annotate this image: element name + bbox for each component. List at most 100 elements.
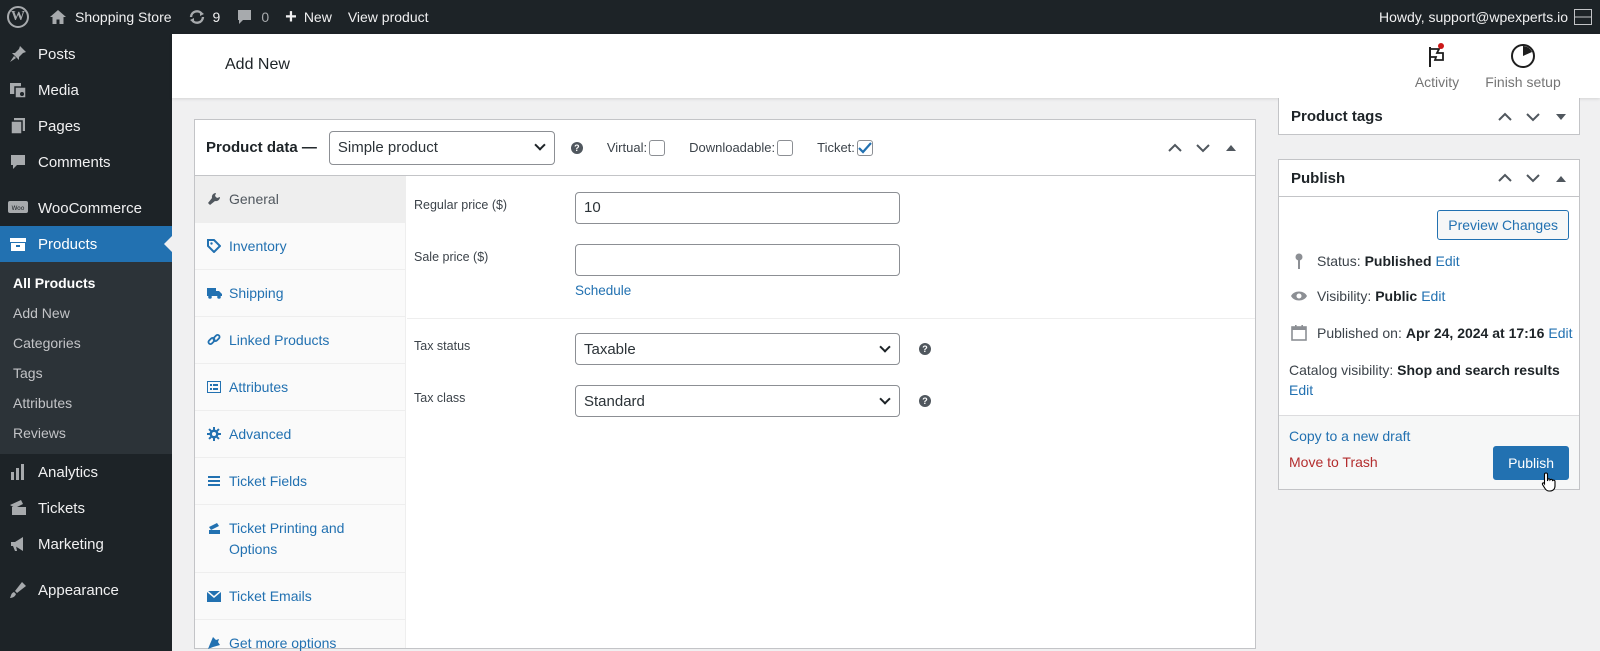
submenu-tags[interactable]: Tags — [0, 358, 172, 388]
menu-label: Pages — [38, 117, 81, 135]
tab-shipping[interactable]: Shipping — [195, 270, 405, 317]
product-type-select[interactable]: Simple product — [328, 130, 555, 165]
admin-bar: W Shopping Store 9 0 + New View product … — [0, 0, 1600, 34]
submenu-attributes[interactable]: Attributes — [0, 388, 172, 418]
new-label: New — [303, 9, 332, 25]
schedule-link[interactable]: Schedule — [575, 283, 631, 298]
wordpress-logo-menu[interactable]: W — [0, 0, 41, 34]
publish-header[interactable]: Publish — [1279, 160, 1579, 197]
submenu-all-products[interactable]: All Products — [0, 268, 172, 298]
flag-icon — [1429, 43, 1444, 67]
updates-icon — [189, 10, 204, 24]
downloadable-label: Downloadable: — [689, 140, 776, 155]
visibility-value: Public — [1375, 288, 1418, 304]
menu-products[interactable]: Products — [0, 226, 172, 262]
tab-linked-products[interactable]: Linked Products — [195, 317, 405, 364]
catalog-visibility-value: Shop and search results — [1397, 362, 1560, 378]
tab-inventory[interactable]: Inventory — [195, 223, 405, 270]
collapse-toggle-icon[interactable] — [1547, 103, 1575, 131]
move-down-icon[interactable] — [1519, 164, 1547, 192]
comments-count: 0 — [261, 9, 270, 25]
menu-media[interactable]: Media — [0, 72, 172, 108]
account-menu[interactable]: Howdy, support@wpexperts.io — [1379, 9, 1600, 25]
activity-button[interactable]: Activity — [1392, 42, 1482, 90]
tab-ticket-emails[interactable]: Ticket Emails — [195, 573, 405, 620]
site-name-link[interactable]: Shopping Store — [41, 0, 180, 34]
calendar-icon — [1289, 324, 1309, 341]
product-data-header: Product data — Simple product ? Virtual:… — [195, 120, 1255, 176]
catalog-visibility-row: Catalog visibility: Shop and search resu… — [1289, 360, 1571, 400]
edit-visibility-link[interactable]: Edit — [1421, 288, 1445, 304]
product-tags-header[interactable]: Product tags — [1279, 98, 1579, 135]
plus-icon: + — [285, 6, 297, 28]
edit-status-link[interactable]: Edit — [1436, 253, 1460, 269]
site-name: Shopping Store — [75, 9, 172, 25]
tab-get-more-options[interactable]: Get more options — [195, 620, 405, 651]
comments-link[interactable]: 0 — [228, 0, 277, 34]
menu-appearance[interactable]: Appearance — [0, 572, 172, 608]
activity-label: Activity — [1414, 74, 1460, 90]
downloadable-checkbox[interactable] — [777, 139, 794, 156]
tab-attributes[interactable]: Attributes — [195, 364, 405, 411]
virtual-checkbox[interactable] — [649, 139, 666, 156]
collapse-toggle-icon[interactable] — [1217, 134, 1245, 162]
submenu-reviews[interactable]: Reviews — [0, 418, 172, 448]
woocommerce-icon: Woo — [8, 198, 28, 218]
move-up-icon[interactable] — [1491, 103, 1519, 131]
help-icon[interactable]: ? — [570, 141, 583, 154]
tax-status-label: Tax status — [414, 339, 471, 353]
tax-status-select[interactable]: Taxable — [575, 333, 900, 365]
submenu-categories[interactable]: Categories — [0, 328, 172, 358]
menu-comments[interactable]: Comments — [0, 144, 172, 180]
menu-marketing[interactable]: Marketing — [0, 526, 172, 562]
product-tags-title: Product tags — [1291, 108, 1383, 125]
new-content-link[interactable]: + New — [277, 0, 340, 34]
appearance-icon — [8, 580, 28, 600]
gear-icon — [206, 424, 222, 444]
publish-button[interactable]: Publish — [1493, 446, 1569, 480]
move-up-icon[interactable] — [1491, 164, 1519, 192]
submenu-add-new[interactable]: Add New — [0, 298, 172, 328]
help-icon[interactable]: ? — [919, 395, 931, 407]
menu-woocommerce[interactable]: Woo WooCommerce — [0, 190, 172, 226]
wordpress-logo-icon: W — [7, 6, 29, 28]
printer-icon — [206, 518, 222, 538]
tab-general[interactable]: General — [195, 176, 405, 223]
tax-status-value: Taxable — [584, 340, 636, 358]
tab-advanced[interactable]: Advanced — [195, 411, 405, 458]
product-data-box: Product data — Simple product ? Virtual:… — [194, 119, 1256, 651]
sale-price-input[interactable] — [575, 244, 900, 276]
media-icon — [8, 80, 28, 100]
tab-ticket-printing[interactable]: Ticket Printing and Options — [195, 505, 405, 573]
edit-date-link[interactable]: Edit — [1548, 325, 1572, 341]
preview-changes-button[interactable]: Preview Changes — [1437, 210, 1569, 240]
published-on-label: Published on: — [1317, 324, 1402, 341]
help-icon[interactable]: ? — [919, 343, 931, 355]
wrench-icon — [206, 189, 222, 209]
move-down-icon[interactable] — [1519, 103, 1547, 131]
menu-tickets[interactable]: Tickets — [0, 490, 172, 526]
view-product-link[interactable]: View product — [340, 0, 437, 34]
menu-analytics[interactable]: Analytics — [0, 454, 172, 490]
copy-to-draft-link[interactable]: Copy to a new draft — [1289, 428, 1410, 444]
eye-icon — [1289, 290, 1309, 302]
menu-label: Marketing — [38, 535, 104, 553]
move-up-icon[interactable] — [1161, 134, 1189, 162]
tab-ticket-fields[interactable]: Ticket Fields — [195, 458, 405, 505]
menu-pages[interactable]: Pages — [0, 108, 172, 144]
updates-link[interactable]: 9 — [180, 0, 229, 34]
ticket-checkbox[interactable] — [856, 139, 873, 156]
menu-posts[interactable]: Posts — [0, 36, 172, 72]
visibility-label: Visibility: — [1317, 288, 1372, 304]
collapse-toggle-icon[interactable] — [1547, 164, 1575, 192]
finish-setup-button[interactable]: Finish setup — [1478, 42, 1568, 90]
edit-catalog-link[interactable]: Edit — [1289, 382, 1313, 398]
tab-label: General — [229, 191, 279, 207]
regular-price-input[interactable]: 10 — [575, 192, 900, 224]
tax-class-select[interactable]: Standard — [575, 385, 900, 417]
move-to-trash-link[interactable]: Move to Trash — [1289, 454, 1378, 470]
virtual-checkbox-group: Virtual: — [607, 139, 666, 156]
product-data-tabs: General Inventory Shipping Linked Produc… — [195, 176, 406, 651]
checkmark-icon — [858, 141, 872, 154]
move-down-icon[interactable] — [1189, 134, 1217, 162]
